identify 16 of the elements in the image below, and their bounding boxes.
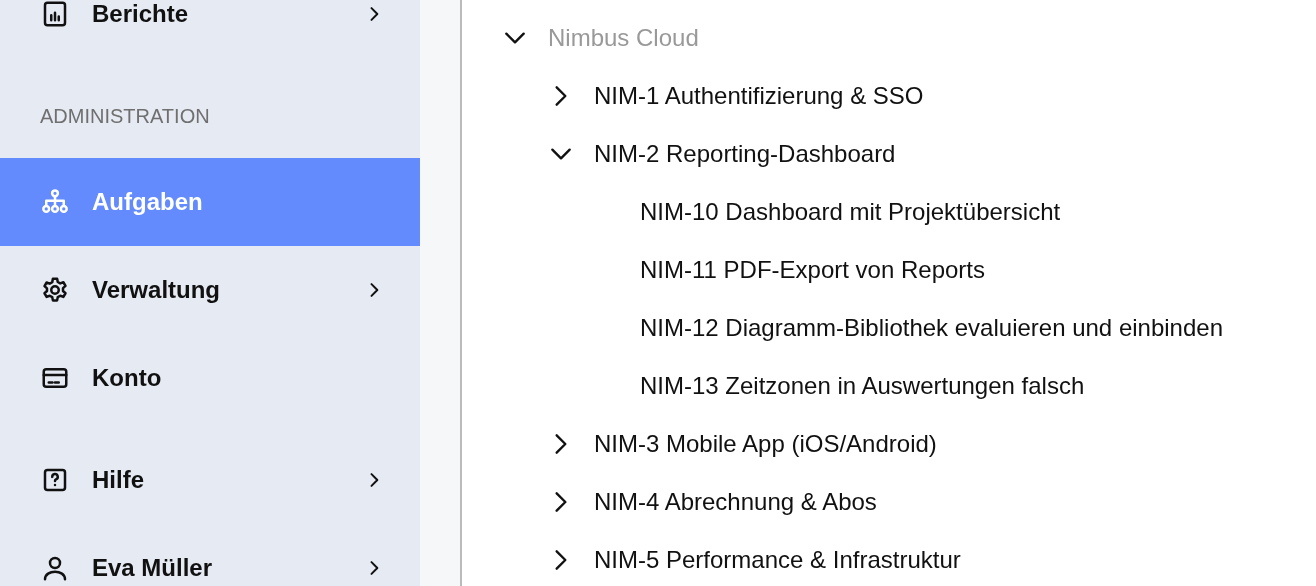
sidebar-item[interactable]: Verwaltung	[0, 246, 420, 334]
sidebar-item[interactable]: Berichte	[0, 0, 420, 58]
tree-node-label[interactable]: NIM-5 Performance & Infrastruktur	[594, 546, 961, 574]
tree-node-label[interactable]: NIM-4 Abrechnung & Abos	[594, 488, 877, 516]
gear-icon	[40, 275, 70, 305]
tree-node-label[interactable]: NIM-2 Reporting-Dashboard	[594, 140, 896, 168]
tree-node-label[interactable]: NIM-10 Dashboard mit Projektübersicht	[640, 198, 1061, 226]
tree-node-label[interactable]: NIM-12 Diagramm-Bibliothek evaluieren und einbinden	[640, 314, 1223, 342]
tree-node-label[interactable]: NIM-13 Zeitzonen in Auswertungen falsch	[640, 372, 1085, 400]
tree-node-label[interactable]: NIM-11 PDF-Export von Reports	[640, 256, 985, 284]
sidebar-item[interactable]: Hilfe	[0, 436, 420, 524]
tree-node-label[interactable]: NIM-1 Authentifizierung & SSO	[594, 82, 924, 110]
sidebar-item[interactable]: Konto	[0, 334, 420, 422]
tree-node-label[interactable]: NIM-3 Mobile App (iOS/Android)	[594, 430, 937, 458]
sidebar-item[interactable]: Eva Müller	[0, 524, 420, 586]
section-heading: ADMINISTRATION	[39, 104, 211, 129]
